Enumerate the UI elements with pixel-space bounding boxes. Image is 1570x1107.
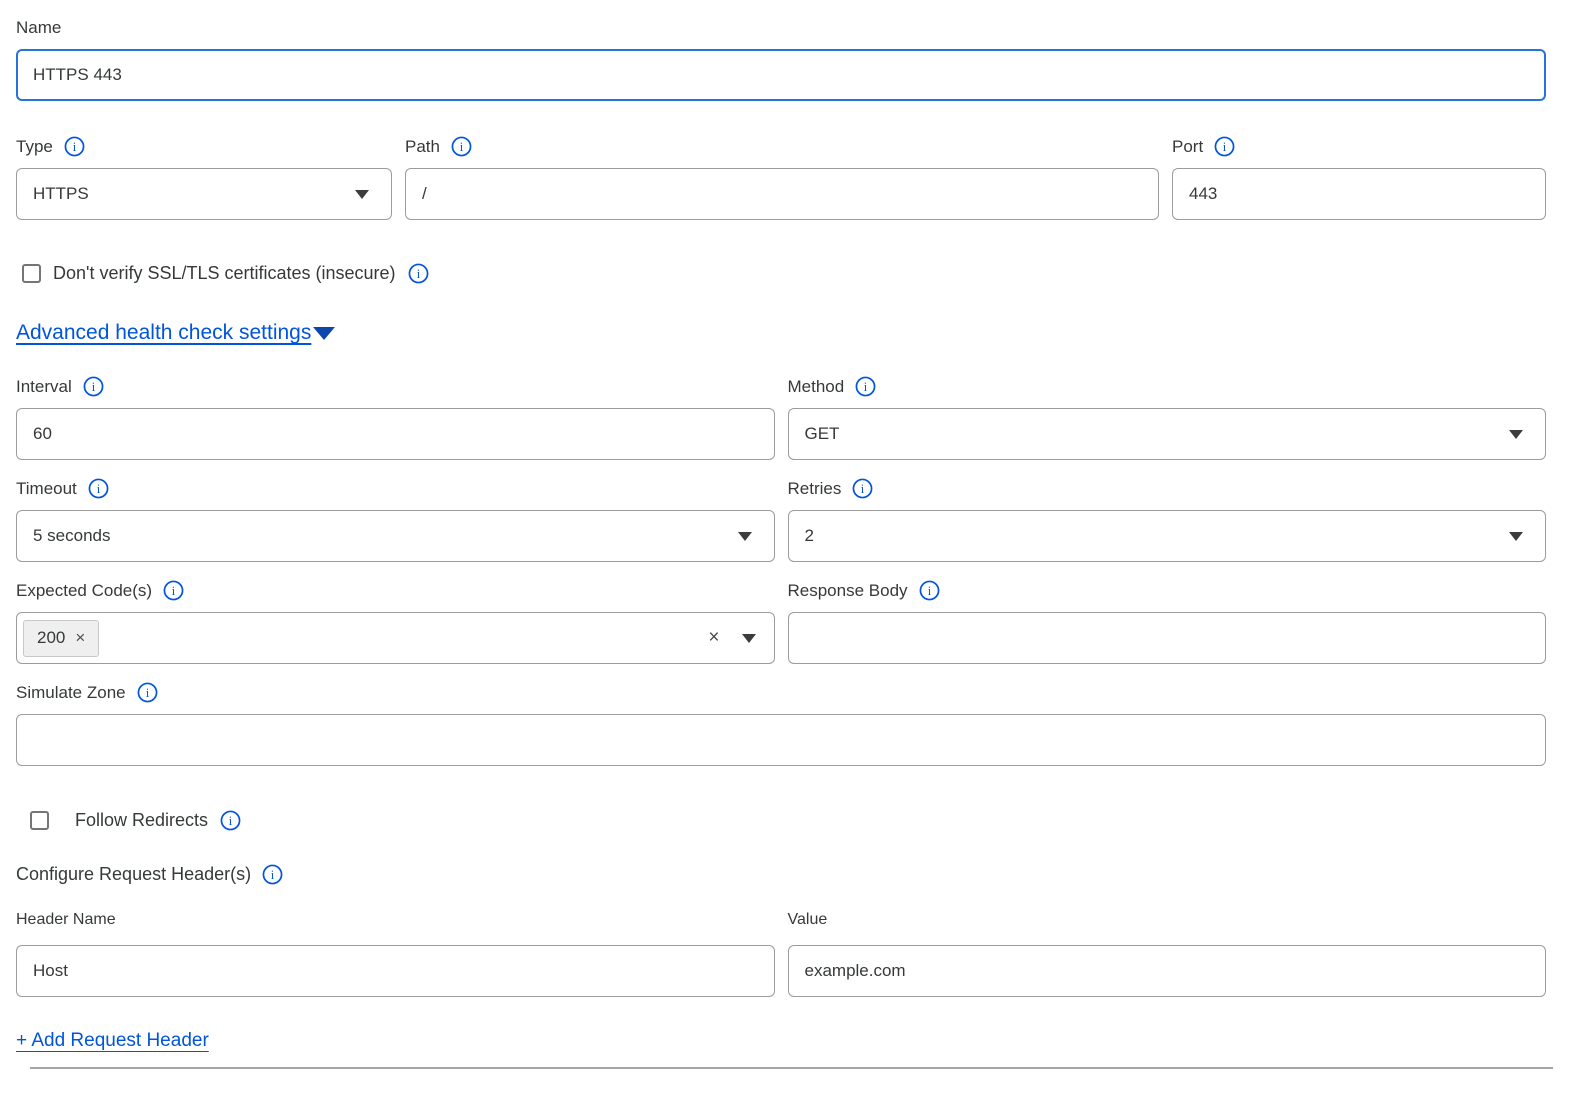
code-tag-value: 200 — [37, 628, 65, 648]
chevron-down-icon — [355, 190, 369, 199]
simulate-zone-input[interactable] — [16, 714, 1546, 766]
timeout-retries-row: Timeout i 5 seconds Retries i 2 — [16, 478, 1546, 562]
type-select-value: HTTPS — [33, 184, 89, 204]
clear-all-icon[interactable]: × — [708, 627, 719, 649]
code-tag: 200 × — [23, 620, 99, 657]
svg-text:i: i — [73, 140, 77, 154]
svg-text:i: i — [145, 686, 149, 700]
svg-text:i: i — [861, 482, 865, 496]
info-icon[interactable]: i — [88, 478, 109, 499]
info-icon[interactable]: i — [220, 810, 241, 831]
info-icon[interactable]: i — [919, 580, 940, 601]
section-divider — [30, 1067, 1553, 1069]
expected-codes-label: Expected Code(s) — [16, 581, 152, 601]
svg-text:i: i — [864, 380, 868, 394]
svg-text:i: i — [927, 584, 931, 598]
request-headers-section-label: Configure Request Header(s) — [16, 864, 251, 885]
svg-text:i: i — [416, 267, 420, 281]
header-name-field-group: Header Name — [16, 911, 775, 997]
expected-codes-field-group: Expected Code(s) i 200 × × — [16, 580, 775, 664]
retries-select-value: 2 — [805, 526, 814, 546]
ssl-verify-checkbox-label: Don't verify SSL/TLS certificates (insec… — [53, 263, 396, 284]
chevron-down-icon — [1509, 532, 1523, 541]
timeout-field-group: Timeout i 5 seconds — [16, 478, 775, 562]
path-field-group: Path i — [405, 136, 1159, 220]
interval-method-row: Interval i Method i GET — [16, 376, 1546, 460]
info-icon[interactable]: i — [137, 682, 158, 703]
health-check-form: Name Type i HTTPS Path i — [0, 0, 1570, 1069]
info-icon[interactable]: i — [83, 376, 104, 397]
interval-field-group: Interval i — [16, 376, 775, 460]
info-icon[interactable]: i — [852, 478, 873, 499]
request-header-row: Header Name Value — [16, 911, 1546, 997]
method-select[interactable]: GET — [788, 408, 1547, 460]
timeout-select-value: 5 seconds — [33, 526, 111, 546]
request-headers-section-label-row: Configure Request Header(s) i — [16, 864, 1546, 885]
info-icon[interactable]: i — [408, 263, 429, 284]
path-input[interactable] — [405, 168, 1159, 220]
type-select[interactable]: HTTPS — [16, 168, 392, 220]
type-field-group: Type i HTTPS — [16, 136, 392, 220]
svg-text:i: i — [92, 380, 96, 394]
advanced-settings-link-label: Advanced health check settings — [16, 321, 311, 345]
chevron-down-icon — [1509, 430, 1523, 439]
port-label: Port — [1172, 137, 1203, 157]
svg-text:i: i — [172, 584, 176, 598]
method-label: Method — [788, 377, 845, 397]
retries-field-group: Retries i 2 — [788, 478, 1547, 562]
svg-text:i: i — [271, 868, 275, 882]
interval-label: Interval — [16, 377, 72, 397]
tag-remove-icon[interactable]: × — [75, 628, 85, 648]
svg-text:i: i — [460, 140, 464, 154]
response-body-label: Response Body — [788, 581, 908, 601]
name-field-group: Name — [16, 18, 1546, 101]
chevron-down-icon — [738, 532, 752, 541]
response-body-field-group: Response Body i — [788, 580, 1547, 664]
retries-label: Retries — [788, 479, 842, 499]
add-request-header-link[interactable]: + Add Request Header — [16, 1030, 209, 1052]
codes-body-row: Expected Code(s) i 200 × × Response Body… — [16, 580, 1546, 664]
header-value-label: Value — [788, 911, 1547, 929]
svg-text:i: i — [97, 482, 101, 496]
port-input[interactable] — [1172, 168, 1546, 220]
interval-input[interactable] — [16, 408, 775, 460]
info-icon[interactable]: i — [163, 580, 184, 601]
response-body-input[interactable] — [788, 612, 1547, 664]
svg-text:i: i — [229, 814, 233, 828]
port-field-group: Port i — [1172, 136, 1546, 220]
simulate-zone-label: Simulate Zone — [16, 683, 126, 703]
ssl-verify-checkbox-row: Don't verify SSL/TLS certificates (insec… — [16, 263, 1546, 284]
info-icon[interactable]: i — [262, 864, 283, 885]
path-label: Path — [405, 137, 440, 157]
info-icon[interactable]: i — [451, 136, 472, 157]
simulate-zone-field-group: Simulate Zone i — [16, 682, 1546, 766]
method-field-group: Method i GET — [788, 376, 1547, 460]
info-icon[interactable]: i — [855, 376, 876, 397]
timeout-select[interactable]: 5 seconds — [16, 510, 775, 562]
ssl-verify-checkbox[interactable] — [22, 264, 41, 283]
chevron-down-icon[interactable] — [742, 634, 756, 643]
retries-select[interactable]: 2 — [788, 510, 1547, 562]
svg-text:i: i — [1223, 140, 1227, 154]
expected-codes-multiselect[interactable]: 200 × × — [16, 612, 775, 664]
header-name-input[interactable] — [16, 945, 775, 997]
type-path-port-row: Type i HTTPS Path i Port — [16, 136, 1546, 220]
header-name-label: Header Name — [16, 911, 775, 929]
name-input[interactable] — [16, 49, 1546, 101]
follow-redirects-label: Follow Redirects — [75, 810, 208, 831]
header-value-input[interactable] — [788, 945, 1547, 997]
follow-redirects-checkbox[interactable] — [30, 811, 49, 830]
advanced-settings-link[interactable]: Advanced health check settings — [16, 321, 335, 345]
info-icon[interactable]: i — [1214, 136, 1235, 157]
follow-redirects-row: Follow Redirects i — [16, 810, 1546, 831]
name-label: Name — [16, 18, 61, 38]
timeout-label: Timeout — [16, 479, 77, 499]
method-select-value: GET — [805, 424, 840, 444]
info-icon[interactable]: i — [64, 136, 85, 157]
type-label: Type — [16, 137, 53, 157]
triangle-down-icon — [313, 327, 335, 340]
header-value-field-group: Value — [788, 911, 1547, 997]
